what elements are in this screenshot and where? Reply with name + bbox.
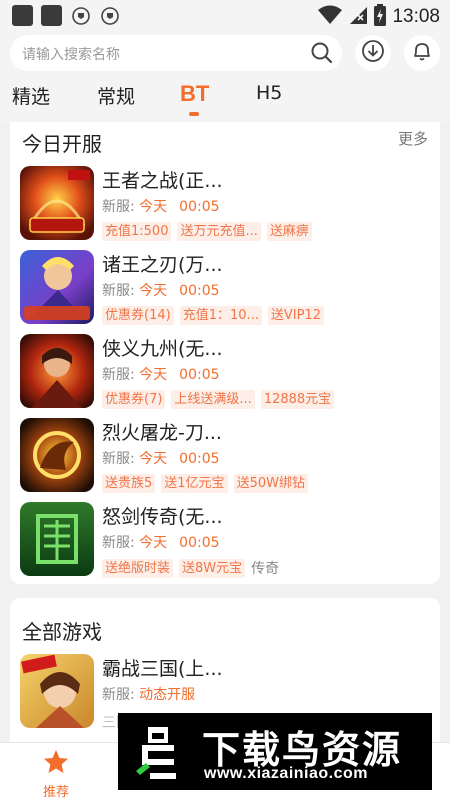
signal-icon — [348, 5, 368, 29]
bird-logo-icon — [130, 723, 186, 781]
category-tabs: 精选 常规 BT H5 — [0, 74, 450, 122]
tag: 优惠券(14) — [102, 306, 174, 325]
server-time: 00:05 — [179, 367, 220, 383]
game-list-item[interactable]: 王者之战(正... 新服: 今天 00:05 充值1:500 送万元充值... 送… — [10, 166, 440, 246]
wifi-icon — [318, 5, 343, 29]
server-label: 新服: — [102, 535, 135, 551]
game-name: 烈火屠龙-刀... — [102, 422, 222, 444]
game-icon-nujian — [20, 502, 94, 576]
shield-icon — [70, 5, 91, 26]
game-name: 王者之战(正... — [102, 170, 223, 192]
status-time: 13:08 — [392, 6, 440, 27]
search-icon[interactable] — [310, 41, 334, 69]
tag: 优惠券(7) — [102, 390, 166, 409]
server-time: 00:05 — [179, 199, 220, 215]
server-day: 今天 — [139, 451, 168, 467]
server-info: 新服: 今天 00:05 — [102, 196, 220, 216]
server-info: 新服: 今天 00:05 — [102, 364, 220, 384]
shield-icon — [99, 5, 120, 26]
tag-list: 充值1:500 送万元充值... 送麻痹 — [102, 222, 312, 241]
nav-label: 推荐 — [42, 785, 69, 800]
tag-list: 优惠券(7) 上线送满级... 12888元宝 — [102, 390, 335, 409]
server-status: 动态开服 — [139, 687, 196, 703]
section-title: 全部游戏 — [22, 620, 102, 644]
server-day: 今天 — [139, 367, 168, 383]
game-icon-xiayi — [20, 334, 94, 408]
tag: 12888元宝 — [260, 390, 335, 409]
tag: 送50W绑钻 — [233, 474, 308, 493]
today-servers-card: 今日开服 更多 王者之战(正... 新服: 今天 00:05 充值1:500 送万… — [10, 122, 440, 584]
tag-list: 优惠券(14) 充值1：10... 送VIP12 — [102, 306, 325, 325]
search-input[interactable]: 请输入搜索名称 — [10, 35, 342, 71]
game-name: 怒剑传奇(无... — [102, 506, 223, 528]
active-tab-indicator — [189, 112, 199, 116]
server-info: 新服: 今天 00:05 — [102, 280, 220, 300]
download-icon — [361, 39, 385, 67]
game-icon-wangzhe — [20, 166, 94, 240]
tag: 送贵族5 — [102, 474, 156, 493]
game-name: 诸王之刃(万... — [102, 254, 223, 276]
tag-list: 送绝版时装 送8W元宝 传奇 — [102, 558, 279, 578]
server-label: 新服: — [102, 283, 135, 299]
game-list-item[interactable]: 侠义九州(无... 新服: 今天 00:05 优惠券(7) 上线送满级... 12… — [10, 334, 440, 414]
game-name: 侠义九州(无... — [102, 338, 223, 360]
star-icon — [42, 750, 70, 779]
status-bar: 13:08 — [0, 0, 450, 32]
tag: 送VIP12 — [267, 306, 325, 325]
tab-bt[interactable]: BT — [180, 81, 209, 107]
tab-jingxuan[interactable]: 精选 — [12, 82, 50, 109]
tag: 充值1：10... — [179, 306, 262, 325]
game-icon-liehuo — [20, 418, 94, 492]
game-icon-bazhan — [20, 654, 94, 728]
tag-list: 送贵族5 送1亿元宝 送50W绑钻 — [102, 474, 308, 493]
watermark-banner: 下载鸟资源 www.xiazainiao.com — [118, 713, 432, 790]
tag: 送1亿元宝 — [161, 474, 228, 493]
game-list-item[interactable]: 怒剑传奇(无... 新服: 今天 00:05 送绝版时装 送8W元宝 传奇 — [10, 502, 440, 582]
server-info: 新服: 今天 00:05 — [102, 448, 220, 468]
server-day: 今天 — [139, 199, 168, 215]
tag: 送万元充值... — [177, 222, 261, 241]
server-info: 新服: 动态开服 — [102, 684, 195, 704]
server-time: 00:05 — [179, 451, 220, 467]
tag: 送绝版时装 — [102, 558, 174, 578]
notification-button[interactable] — [404, 35, 440, 71]
server-label: 新服: — [102, 687, 135, 703]
server-label: 新服: — [102, 451, 135, 467]
section-title: 今日开服 — [22, 132, 102, 156]
download-button[interactable] — [355, 35, 391, 71]
server-time: 00:05 — [179, 535, 220, 551]
tag: 充值1:500 — [102, 222, 172, 241]
game-list-item[interactable]: 诸王之刃(万... 新服: 今天 00:05 优惠券(14) 充值1：10... … — [10, 250, 440, 330]
watermark-url: www.xiazainiao.com — [204, 765, 369, 782]
server-label: 新服: — [102, 199, 135, 215]
tag: 上线送满级... — [171, 390, 255, 409]
tab-h5[interactable]: H5 — [256, 82, 282, 104]
server-info: 新服: 今天 00:05 — [102, 532, 220, 552]
battery-icon — [374, 4, 387, 30]
game-name: 霸战三国(上... — [102, 658, 223, 680]
search-placeholder: 请输入搜索名称 — [22, 47, 120, 63]
notification-icon — [41, 5, 62, 26]
genre-label: 传奇 — [251, 561, 280, 577]
notification-icon — [12, 5, 33, 26]
bell-icon — [411, 40, 433, 66]
tag: 送麻痹 — [266, 222, 312, 241]
server-label: 新服: — [102, 367, 135, 383]
server-day: 今天 — [139, 283, 168, 299]
game-icon-zhuwang — [20, 250, 94, 324]
more-link[interactable]: 更多 — [398, 128, 428, 149]
server-time: 00:05 — [179, 283, 220, 299]
search-bar-row: 请输入搜索名称 — [0, 32, 450, 74]
server-day: 今天 — [139, 535, 168, 551]
tab-changgui[interactable]: 常规 — [97, 82, 135, 109]
game-list-item[interactable]: 烈火屠龙-刀... 新服: 今天 00:05 送贵族5 送1亿元宝 送50W绑钻 — [10, 418, 440, 498]
nav-item-recommend[interactable]: 推荐 — [21, 749, 91, 800]
tag: 送8W元宝 — [179, 558, 246, 578]
